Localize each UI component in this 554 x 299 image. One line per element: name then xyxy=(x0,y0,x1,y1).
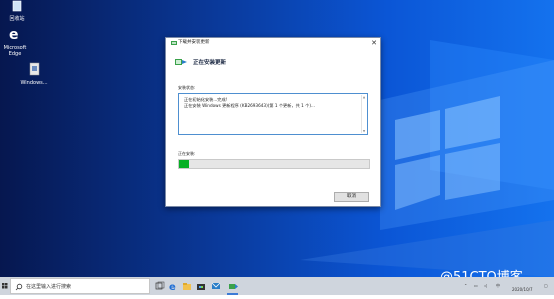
start-button[interactable] xyxy=(0,277,10,295)
desktop-background: 回收站 e Microsoft Edge Windows... 下载并安装更新 … xyxy=(0,0,554,295)
input-method-icon[interactable]: 中 xyxy=(496,283,500,289)
progress-label: 正在安装: xyxy=(178,151,196,156)
desktop-icon-label: 回收站 xyxy=(9,16,25,22)
desktop-icon-recycle-bin[interactable]: 回收站 xyxy=(0,0,34,22)
clock-date[interactable]: 2020/10/7 xyxy=(512,287,533,292)
file-explorer-icon[interactable] xyxy=(182,281,192,291)
system-tray: ⌃ ▭ ◁ 中 2020/10/7 ▢ xyxy=(444,277,554,295)
cancel-button[interactable]: 取消 xyxy=(334,192,369,202)
store-icon[interactable] xyxy=(196,281,206,291)
edge-icon: e xyxy=(0,27,32,43)
taskbar-search-box[interactable]: 在这里输入进行搜索 xyxy=(10,278,150,294)
task-view-icon[interactable] xyxy=(155,281,165,291)
status-log[interactable]: 正在初始化安装...完成! 正在安装 Windows 更新程序 (KB26936… xyxy=(178,93,368,135)
dialog-title: 下载并安装更新 xyxy=(178,40,210,45)
svg-text:e: e xyxy=(9,27,19,41)
notification-icon[interactable]: ▢ xyxy=(544,283,548,288)
dialog-titlebar[interactable]: 下载并安装更新 ✕ xyxy=(166,38,380,48)
scroll-down-icon[interactable]: ▼ xyxy=(362,129,366,133)
search-icon xyxy=(15,283,23,291)
windows-update-icon xyxy=(171,41,177,45)
dialog-heading: 正在安装更新 xyxy=(193,60,227,66)
volume-icon[interactable]: ◁ xyxy=(484,283,487,288)
install-progress-bar xyxy=(178,159,370,169)
desktop-icon-setup-file[interactable]: Windows... xyxy=(17,62,51,86)
windows-start-icon xyxy=(2,283,8,289)
windows-update-dialog: 下载并安装更新 ✕ 正在安装更新 安装状态: 正在初始化安装...完成! 正在安… xyxy=(165,37,381,207)
close-icon[interactable]: ✕ xyxy=(371,38,377,48)
svg-text:e: e xyxy=(169,282,176,291)
desktop-icon-edge[interactable]: e Microsoft Edge xyxy=(0,27,32,57)
update-installer-icon xyxy=(175,59,187,65)
windows-update-installer-icon[interactable] xyxy=(228,281,238,291)
install-progress-fill xyxy=(179,160,189,168)
status-scrollbar[interactable]: ▲ ▼ xyxy=(361,95,366,133)
chevron-up-icon[interactable]: ⌃ xyxy=(464,283,467,288)
status-label: 安装状态: xyxy=(178,85,196,90)
taskbar: 在这里输入进行搜索 e ⌃ ▭ ◁ 中 2020/10/7 ▢ xyxy=(0,277,554,295)
scroll-up-icon[interactable]: ▲ xyxy=(362,95,366,99)
recycle-bin-icon xyxy=(0,0,34,14)
desktop-icon-label: Microsoft Edge xyxy=(3,45,27,57)
edge-icon[interactable]: e xyxy=(168,281,178,291)
search-placeholder: 在这里输入进行搜索 xyxy=(26,284,72,290)
network-icon[interactable]: ▭ xyxy=(474,283,478,288)
desktop-icon-label: Windows... xyxy=(20,80,48,86)
mail-icon[interactable] xyxy=(211,281,221,291)
status-line: 正在安装 Windows 更新程序 (KB2693643)(第 1 个更新，共 … xyxy=(184,102,315,108)
setup-file-icon xyxy=(17,62,51,78)
